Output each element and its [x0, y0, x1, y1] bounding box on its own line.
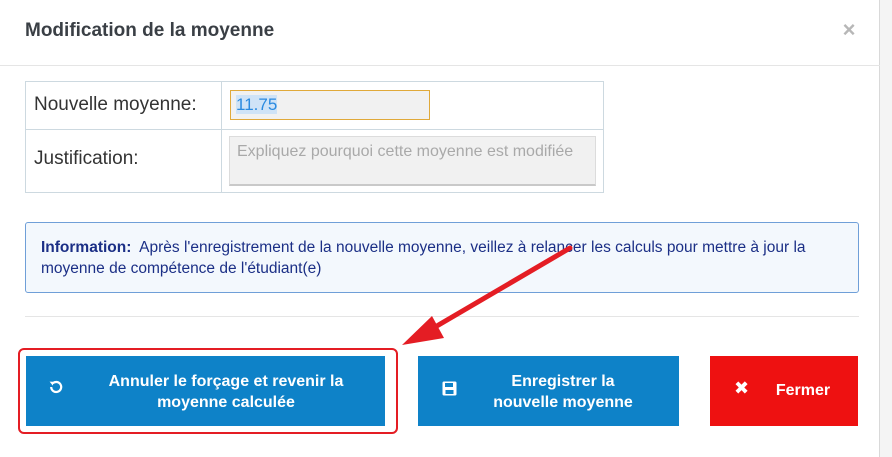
background-page: [880, 0, 892, 457]
modal-header: Modification de la moyenne ×: [0, 0, 880, 66]
floppy-disk-icon: [442, 380, 457, 401]
information-label: Information:: [41, 239, 132, 256]
divider: [25, 316, 859, 317]
x-icon: ✖: [734, 378, 750, 398]
justification-label: Justification:: [25, 129, 222, 193]
close-label: Fermer: [775, 382, 831, 399]
information-text: Après l'enregistrement de la nouvelle mo…: [41, 239, 806, 277]
justification-textarea[interactable]: Expliquez pourquoi cette moyenne est mod…: [229, 136, 596, 186]
annotation-highlight-box: [18, 348, 398, 434]
close-button[interactable]: ✖ Fermer: [710, 356, 858, 426]
save-button[interactable]: Enregistrer la nouvelle moyenne: [418, 356, 679, 426]
modal-dialog: Modification de la moyenne × Nouvelle mo…: [0, 0, 880, 457]
information-box: Information: Après l'enregistrement de l…: [25, 222, 859, 293]
dialog-title: Modification de la moyenne: [25, 20, 275, 41]
save-label: Enregistrer la nouvelle moyenne: [493, 373, 633, 411]
moyenne-label: Nouvelle moyenne:: [25, 81, 222, 130]
close-icon[interactable]: ×: [838, 19, 860, 41]
moyenne-value: 11.75: [236, 95, 278, 114]
moyenne-input[interactable]: 11.75: [230, 90, 430, 120]
